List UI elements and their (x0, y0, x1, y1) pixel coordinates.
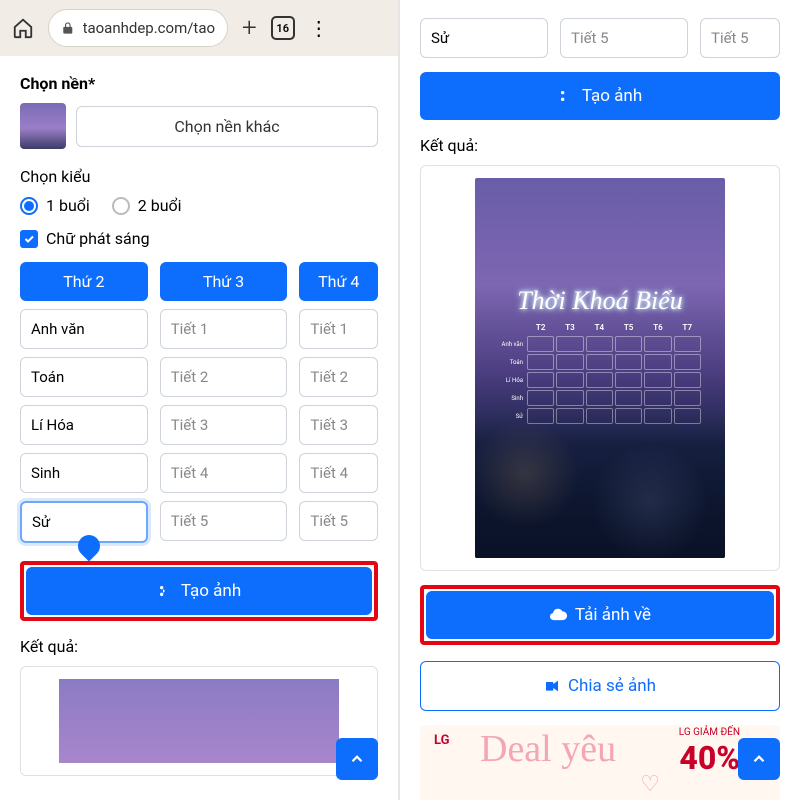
choose-background-button[interactable]: Chọn nền khác (76, 106, 378, 147)
column-thu2: Thứ 2 (20, 262, 148, 543)
result-label: Kết quả: (20, 637, 378, 656)
schedule-title: Thời Khoá Biểu (475, 286, 725, 316)
radio-2-session[interactable]: 2 buổi (112, 196, 182, 215)
day-header: Thứ 4 (299, 262, 378, 301)
heart-icon: ♡ (640, 772, 660, 797)
result-preview (20, 666, 378, 776)
column-thu3: Thứ 3 (160, 262, 288, 543)
subject-input[interactable] (299, 453, 378, 493)
subject-input[interactable] (299, 501, 378, 541)
ad-banner[interactable]: LG Deal yêu LG GIẢM ĐẾN 40% ♡ (420, 725, 780, 800)
lg-logo: LG (434, 733, 450, 748)
form-content: Chọn nền* Chọn nền khác Chọn kiểu 1 buổi… (0, 56, 398, 794)
deal-text: Deal yêu (480, 733, 616, 765)
create-image-button[interactable]: Tạo ảnh (420, 72, 780, 120)
menu-icon[interactable]: ⋮ (309, 16, 327, 40)
scissors-icon (558, 88, 574, 104)
result-label: Kết quả: (420, 136, 780, 155)
background-label: Chọn nền* (20, 74, 378, 93)
subject-input[interactable] (160, 405, 288, 445)
subject-input[interactable] (299, 309, 378, 349)
left-screenshot: taoanhdep.com/tao- + 16 ⋮ Chọn nền* Chọn… (0, 0, 400, 800)
scroll-top-button[interactable] (738, 738, 780, 780)
result-container: Thời Khoá Biểu T2 T3 T4 T5 T6 T7 Anh văn… (420, 165, 780, 571)
subject-input[interactable] (20, 309, 148, 349)
new-tab-icon[interactable]: + (242, 13, 257, 43)
style-label: Chọn kiểu (20, 167, 378, 186)
tabs-count[interactable]: 16 (271, 16, 295, 40)
highlight-frame: Tạo ảnh (20, 561, 378, 621)
schedule-grid: T2 T3 T4 T5 T6 T7 Anh văn Toán Lí Hóa Si… (499, 323, 701, 426)
subject-input[interactable] (160, 357, 288, 397)
scissors-icon (157, 583, 173, 599)
subject-input[interactable] (20, 453, 148, 493)
generated-image: Thời Khoá Biểu T2 T3 T4 T5 T6 T7 Anh văn… (475, 178, 725, 558)
url-bar[interactable]: taoanhdep.com/tao- (48, 9, 228, 47)
subject-input[interactable] (160, 309, 288, 349)
checkbox-icon (20, 230, 38, 248)
chevron-up-icon (348, 750, 366, 768)
cloud-download-icon (549, 606, 567, 624)
share-image-button[interactable]: Chia sẻ ảnh (420, 661, 780, 711)
subject-input[interactable] (160, 501, 288, 541)
lock-icon (61, 21, 75, 35)
subject-input[interactable] (20, 405, 148, 445)
right-screenshot: Tạo ảnh Kết quả: Thời Khoá Biểu T2 T3 T4… (400, 0, 800, 800)
subject-input[interactable] (700, 18, 780, 58)
schedule-table: Thứ 2 Thứ 3 Thứ 4 (20, 262, 378, 543)
top-input-row (400, 0, 800, 72)
subject-input[interactable] (420, 18, 548, 58)
discount-percent: 40% (679, 739, 740, 777)
day-header: Thứ 3 (160, 262, 288, 301)
create-image-button[interactable]: Tạo ảnh (26, 567, 372, 615)
scroll-top-button[interactable] (336, 738, 378, 780)
browser-bar: taoanhdep.com/tao- + 16 ⋮ (0, 0, 398, 56)
subject-input[interactable] (299, 405, 378, 445)
highlight-frame: Tải ảnh về (420, 585, 780, 645)
city-background (475, 418, 725, 558)
background-thumbnail[interactable] (20, 103, 66, 149)
subject-input[interactable] (560, 18, 688, 58)
radio-icon (20, 197, 38, 215)
radio-icon (112, 197, 130, 215)
url-text: taoanhdep.com/tao- (83, 19, 215, 37)
subject-input[interactable] (20, 357, 148, 397)
radio-1-session[interactable]: 1 buổi (20, 196, 90, 215)
column-thu4: Thứ 4 (299, 262, 378, 543)
share-icon (544, 678, 560, 694)
banner-subtext: LG GIẢM ĐẾN (679, 727, 740, 738)
chevron-up-icon (750, 750, 768, 768)
home-icon[interactable] (12, 17, 34, 39)
subject-input[interactable] (299, 357, 378, 397)
glow-text-checkbox[interactable]: Chữ phát sáng (20, 229, 378, 248)
download-image-button[interactable]: Tải ảnh về (426, 591, 774, 639)
day-header: Thứ 2 (20, 262, 148, 301)
preview-image (59, 679, 339, 763)
subject-input[interactable] (160, 453, 288, 493)
